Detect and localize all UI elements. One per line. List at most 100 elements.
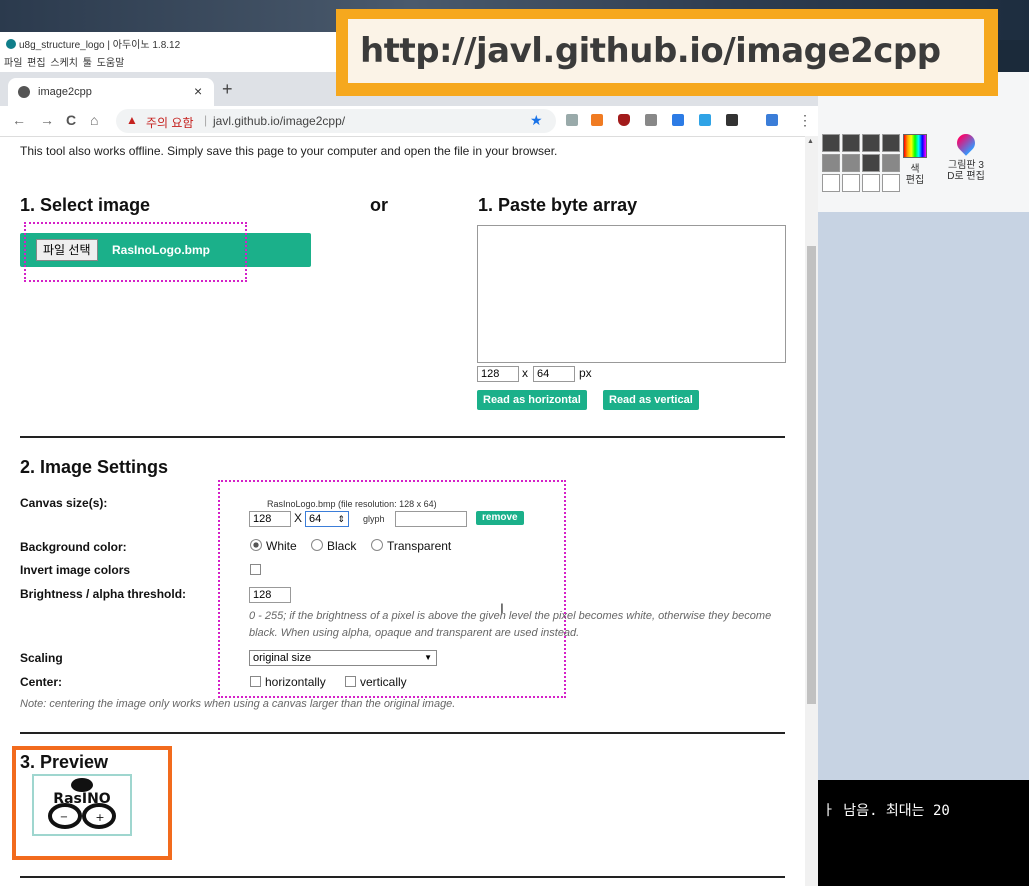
palette-swatch[interactable]	[842, 154, 860, 172]
paste-heading: 1. Paste byte array	[478, 195, 638, 215]
forward-icon[interactable]: →	[40, 112, 54, 128]
palette-swatch[interactable]	[862, 174, 880, 192]
read-vertical-button[interactable]: Read as vertical	[603, 390, 699, 410]
address-bar[interactable]: ▲ 주의 요함 | javl.github.io/image2cpp/ ★	[116, 109, 556, 133]
remove-button[interactable]: remove	[476, 511, 524, 525]
center-note: Note: centering the image only works whe…	[20, 698, 456, 710]
scaling-value: original size	[253, 652, 312, 664]
svg-text:+: +	[95, 811, 104, 824]
home-icon[interactable]: ⌂	[90, 112, 98, 128]
browser-menu-icon[interactable]: ⋮	[798, 112, 812, 129]
palette-swatch[interactable]	[842, 174, 860, 192]
byte-array-textarea[interactable]	[477, 225, 786, 363]
offline-note: This tool also works offline. Simply sav…	[20, 144, 558, 158]
arduino-menu[interactable]: 파일 편집 스케치 툴 도움말	[4, 54, 124, 69]
paint-canvas[interactable]	[818, 212, 1029, 806]
bg-black-label: Black	[327, 539, 357, 553]
section-divider	[20, 436, 785, 438]
palette-swatch[interactable]	[862, 134, 880, 152]
scrollbar-thumb[interactable]	[807, 246, 816, 704]
bg-white-option[interactable]: White	[250, 539, 297, 553]
arduino-title-text: u8g_structure_logo | 아두이노 1.8.12	[19, 40, 181, 51]
radio-transparent[interactable]	[371, 539, 383, 551]
extension-icon[interactable]	[566, 114, 578, 126]
canvas-x-label: X	[294, 511, 303, 525]
canvas-height-value: 64	[309, 513, 322, 525]
back-icon[interactable]: ←	[12, 112, 26, 128]
scaling-select[interactable]: original size ▼	[249, 650, 437, 666]
arduino-icon	[6, 38, 16, 49]
text-cursor-icon: I	[500, 600, 504, 616]
paste-x-label: x	[522, 366, 528, 380]
preview-canvas: RasINO − +	[32, 774, 132, 836]
tab-image2cpp[interactable]: image2cpp ×	[8, 78, 214, 106]
paint3d-label: 그림판 3 D로 편집	[947, 160, 985, 182]
new-tab-button[interactable]: +	[222, 79, 233, 100]
glyph-label: glyph	[363, 514, 385, 524]
palette-swatch[interactable]	[882, 154, 900, 172]
center-horizontal-option[interactable]: horizontally	[250, 675, 326, 689]
palette-swatch[interactable]	[882, 134, 900, 152]
file-highlight	[24, 222, 247, 282]
svg-text:−: −	[60, 812, 68, 823]
center-vertical-option[interactable]: vertically	[345, 675, 407, 689]
threshold-label: Brightness / alpha threshold:	[20, 587, 187, 601]
bg-black-option[interactable]: Black	[311, 539, 356, 553]
tab-title: image2cpp	[38, 86, 92, 98]
section-divider	[20, 732, 785, 734]
cloud-icon[interactable]	[699, 114, 711, 126]
or-label: or	[370, 195, 388, 215]
invert-checkbox[interactable]	[250, 564, 261, 575]
select-image-heading: 1. Select image	[20, 195, 151, 215]
paste-width-input[interactable]: 128	[477, 366, 519, 382]
palette-swatch[interactable]	[882, 174, 900, 192]
palette-swatch[interactable]	[822, 154, 840, 172]
address-url[interactable]: javl.github.io/image2cpp/	[213, 114, 345, 128]
browser-toolbar: ← → C ⌂ ▲ 주의 요함 | javl.github.io/image2c…	[0, 106, 818, 137]
scroll-up-icon[interactable]: ▲	[807, 138, 814, 145]
read-horizontal-button[interactable]: Read as horizontal	[477, 390, 587, 410]
close-icon[interactable]: ×	[194, 83, 202, 99]
extension-icon[interactable]	[672, 114, 684, 126]
center-h-checkbox[interactable]	[250, 676, 261, 687]
paste-px-label: px	[579, 366, 592, 380]
reload-icon[interactable]: C	[66, 112, 76, 128]
palette-swatch[interactable]	[822, 174, 840, 192]
extension-icon[interactable]	[591, 114, 603, 126]
paint3d-button[interactable]: 그림판 3 D로 편집	[944, 130, 988, 182]
dropdown-arrow-icon: ▼	[424, 653, 432, 662]
background-color-label: Background color:	[20, 540, 127, 554]
ublock-icon[interactable]	[618, 114, 630, 126]
camera-icon[interactable]	[645, 114, 657, 126]
warning-icon: ▲	[126, 113, 138, 127]
canvas-size-label: Canvas size(s):	[20, 496, 108, 510]
console-line: ㅏ 남음. 최대는 20	[822, 803, 950, 819]
canvas-width-input[interactable]: 128	[249, 511, 291, 527]
canvas-height-input[interactable]: 64 ⇕	[305, 511, 349, 527]
preview-logo-text: RasINO	[53, 791, 110, 807]
security-label[interactable]: 주의 요함	[146, 114, 194, 131]
palette-swatch[interactable]	[822, 134, 840, 152]
profile-icon[interactable]	[766, 114, 778, 126]
radio-black[interactable]	[311, 539, 323, 551]
center-v-checkbox[interactable]	[345, 676, 356, 687]
rasino-logo: RasINO − +	[48, 778, 116, 829]
bg-white-label: White	[266, 539, 297, 553]
arduino-window: u8g_structure_logo | 아두이노 1.8.12 파일 편집 스…	[0, 32, 340, 72]
page-scrollbar[interactable]: ▲	[805, 136, 818, 886]
bg-transparent-label: Transparent	[387, 539, 452, 553]
palette-swatch[interactable]	[842, 134, 860, 152]
edit-colors-button[interactable]: 색 편집	[902, 134, 928, 194]
bookmark-star-icon[interactable]: ★	[530, 112, 543, 129]
paste-height-input[interactable]: 64	[533, 366, 575, 382]
threshold-input[interactable]: 128	[249, 587, 291, 603]
radio-white[interactable]	[250, 539, 262, 551]
paint3d-icon	[953, 130, 979, 156]
extension-icon[interactable]	[726, 114, 738, 126]
palette-swatch[interactable]	[862, 154, 880, 172]
glyph-input[interactable]	[395, 511, 467, 527]
color-palette[interactable]	[822, 134, 900, 192]
bg-transparent-option[interactable]: Transparent	[371, 539, 451, 553]
address-separator: |	[204, 113, 208, 127]
stepper-icon[interactable]: ⇕	[337, 512, 345, 526]
